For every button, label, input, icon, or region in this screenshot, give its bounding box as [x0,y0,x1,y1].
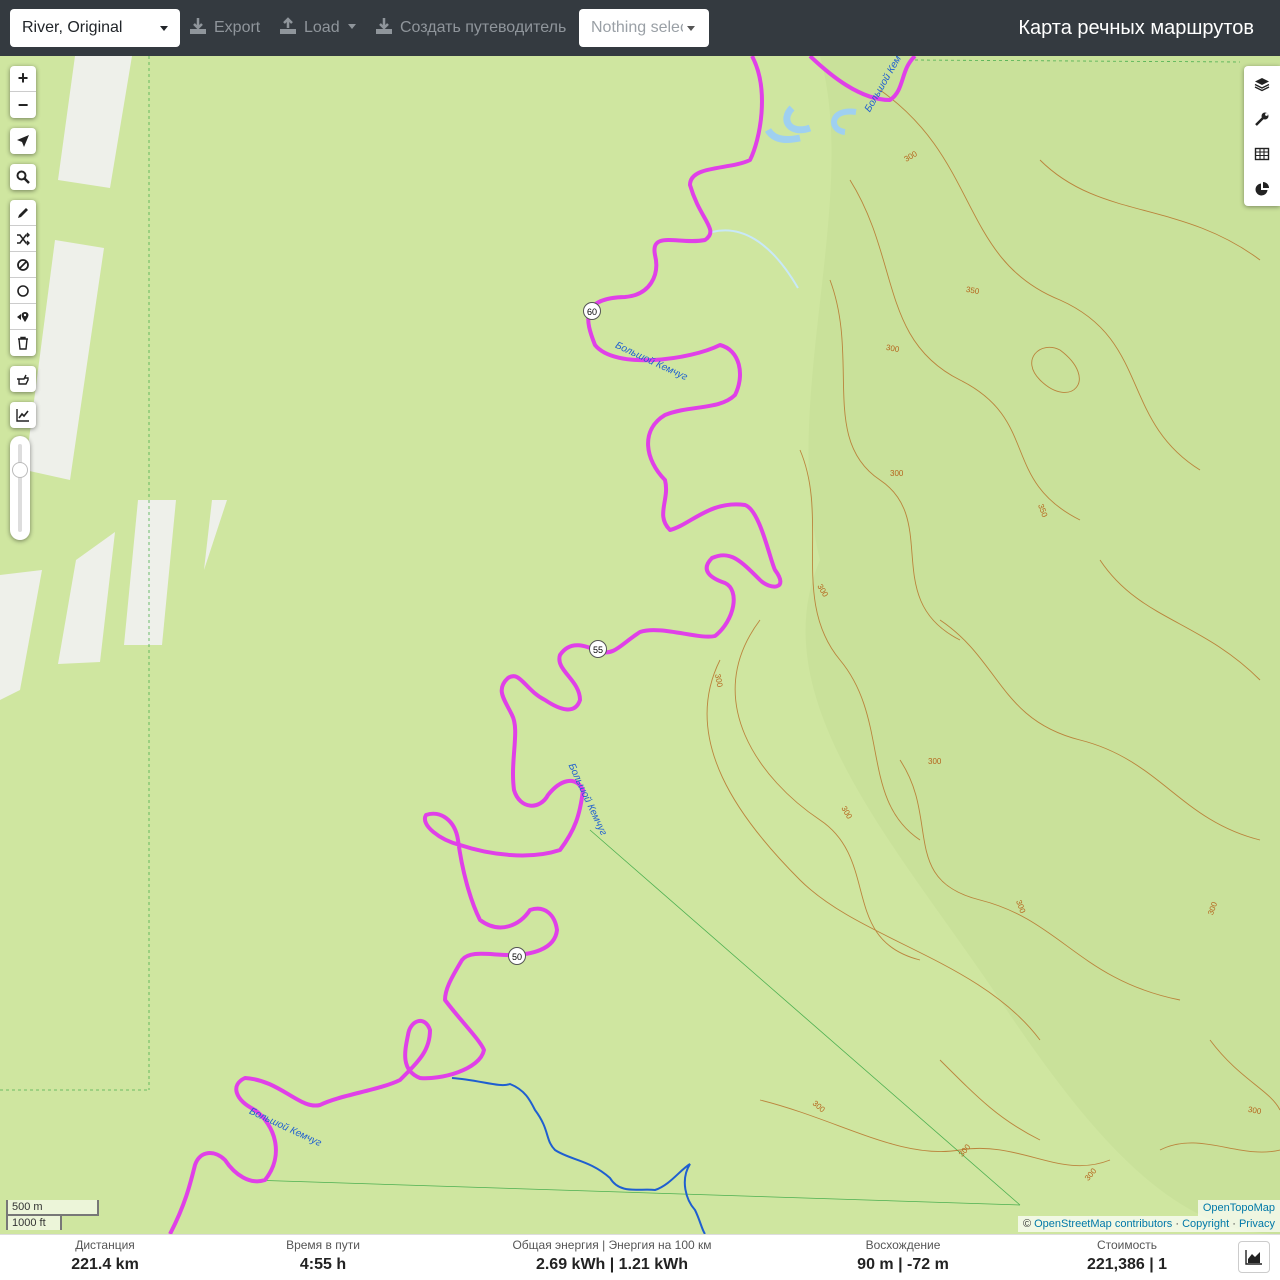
table-icon [1254,147,1270,160]
profile-select[interactable]: River, Original [10,9,180,47]
export-button[interactable]: Export [188,0,260,56]
time-value: 4:55 h [299,1256,347,1273]
slider-track [18,444,22,532]
export-label: Export [214,19,261,36]
load-button[interactable]: Load [278,0,356,56]
osm-contributors-link[interactable]: OpenStreetMap contributors [1034,1218,1172,1230]
circle-icon [17,284,29,297]
download-icon [190,18,206,34]
attribution-separator: · [1229,1218,1239,1230]
zoom-control: + − [10,66,36,118]
pencil-icon [18,207,28,218]
scale-bar: 500 m 1000 ft [6,1200,99,1230]
shuffle-icon [17,232,30,245]
area-chart-icon [1245,1250,1262,1265]
layers-icon [1254,77,1270,91]
contour-label: 300 [890,469,904,478]
tiles-attribution[interactable]: OpenTopoMap [1197,1200,1280,1216]
contour-label: 300 [928,757,942,766]
search-icon [16,170,30,184]
delete-route-button[interactable] [10,330,36,356]
tiles-attribution-link[interactable]: OpenTopoMap [1203,1202,1275,1214]
chevron-down-icon [160,26,168,31]
km-marker[interactable]: 50 [508,947,526,965]
stat-time: Время в пути 4:55 h [263,1237,383,1277]
hand-button[interactable] [10,366,36,392]
chevron-down-icon [687,26,695,31]
km-marker[interactable]: 60 [583,302,601,320]
energy-label: Общая энергия | Энергия на 100 км [512,1238,712,1252]
slider-handle[interactable] [12,462,28,478]
privacy-link[interactable]: Privacy [1239,1218,1275,1230]
draw-route-button[interactable] [10,200,36,226]
trash-icon [18,336,28,350]
map-attribution: © OpenStreetMap contributors · Copyright… [1017,1216,1280,1232]
reverse-route-button[interactable] [10,304,36,330]
scale-imperial: 1000 ft [6,1214,62,1230]
statistics-button[interactable] [1244,171,1280,206]
energy-value: 2.69 kWh | 1.21 kWh [535,1256,689,1273]
locate-button[interactable] [10,128,36,154]
table-button[interactable] [1244,136,1280,171]
route-select-placeholder: Nothing selected [591,19,683,36]
top-navbar: River, Original Export Load Создать путе… [0,0,1280,56]
km-marker[interactable]: 55 [589,640,607,658]
attribution-separator: · [1172,1218,1183,1230]
create-guide-label: Создать путеводитель [400,19,567,36]
distance-label: Дистанция [75,1238,135,1252]
search-control [10,164,36,190]
circle-button[interactable] [10,278,36,304]
route-stats-bar: Дистанция 221.4 km Время в пути 4:55 h О… [0,1234,1280,1280]
elevation-chart-button[interactable] [1238,1241,1270,1273]
ascent-label: Восхождение [865,1238,941,1252]
map-tiles [0,56,1280,1234]
draw-toolbar [10,200,36,356]
copyright-link[interactable]: Copyright [1182,1218,1229,1230]
time-label: Время в пути [286,1238,360,1252]
settings-button[interactable] [1244,101,1280,136]
elevation-control [10,402,36,428]
hand-point-icon [17,374,29,385]
chevron-down-icon [347,24,356,29]
locate-control [10,128,36,154]
line-chart-icon [16,409,29,422]
search-button[interactable] [10,164,36,190]
opacity-slider[interactable] [10,436,30,540]
app-title: Карта речных маршрутов [1018,17,1254,39]
cost-value: 221,386 | 1 [1086,1256,1168,1273]
no-go-area-button[interactable] [10,252,36,278]
profile-select-value: River, Original [22,19,123,36]
ascent-value: 90 m | -72 m [857,1256,949,1273]
stat-distance: Дистанция 221.4 km [55,1237,155,1277]
location-arrow-icon [17,135,29,147]
stat-energy: Общая энергия | Энергия на 100 км 2.69 k… [492,1237,732,1277]
cost-label: Стоимость [1096,1238,1158,1252]
create-guide-button[interactable]: Создать путеводитель [374,0,566,56]
wrench-icon [1255,112,1269,126]
map-marker-swap-icon [17,311,29,322]
hand-control [10,366,36,392]
layers-button[interactable] [1244,66,1280,101]
distance-value: 221.4 km [71,1256,139,1273]
download-icon [376,18,392,34]
right-toolbar [1244,66,1280,206]
pie-chart-icon [1255,181,1269,195]
load-label: Load [304,19,340,36]
elevation-button[interactable] [10,402,36,428]
stat-cost: Стоимость 221,386 | 1 [1067,1237,1187,1277]
route-select[interactable]: Nothing selected [579,9,709,47]
upload-icon [280,17,296,34]
ban-icon [17,258,29,271]
stat-ascent: Восхождение 90 m | -72 m [843,1237,963,1277]
copyright-symbol: © [1022,1218,1035,1230]
map-canvas[interactable]: 60 55 50 Большой Кемчуг Большой Кемчуг Б… [0,56,1280,1234]
shuffle-button[interactable] [10,226,36,252]
zoom-out-button[interactable]: − [10,92,36,118]
zoom-in-button[interactable]: + [10,66,36,92]
